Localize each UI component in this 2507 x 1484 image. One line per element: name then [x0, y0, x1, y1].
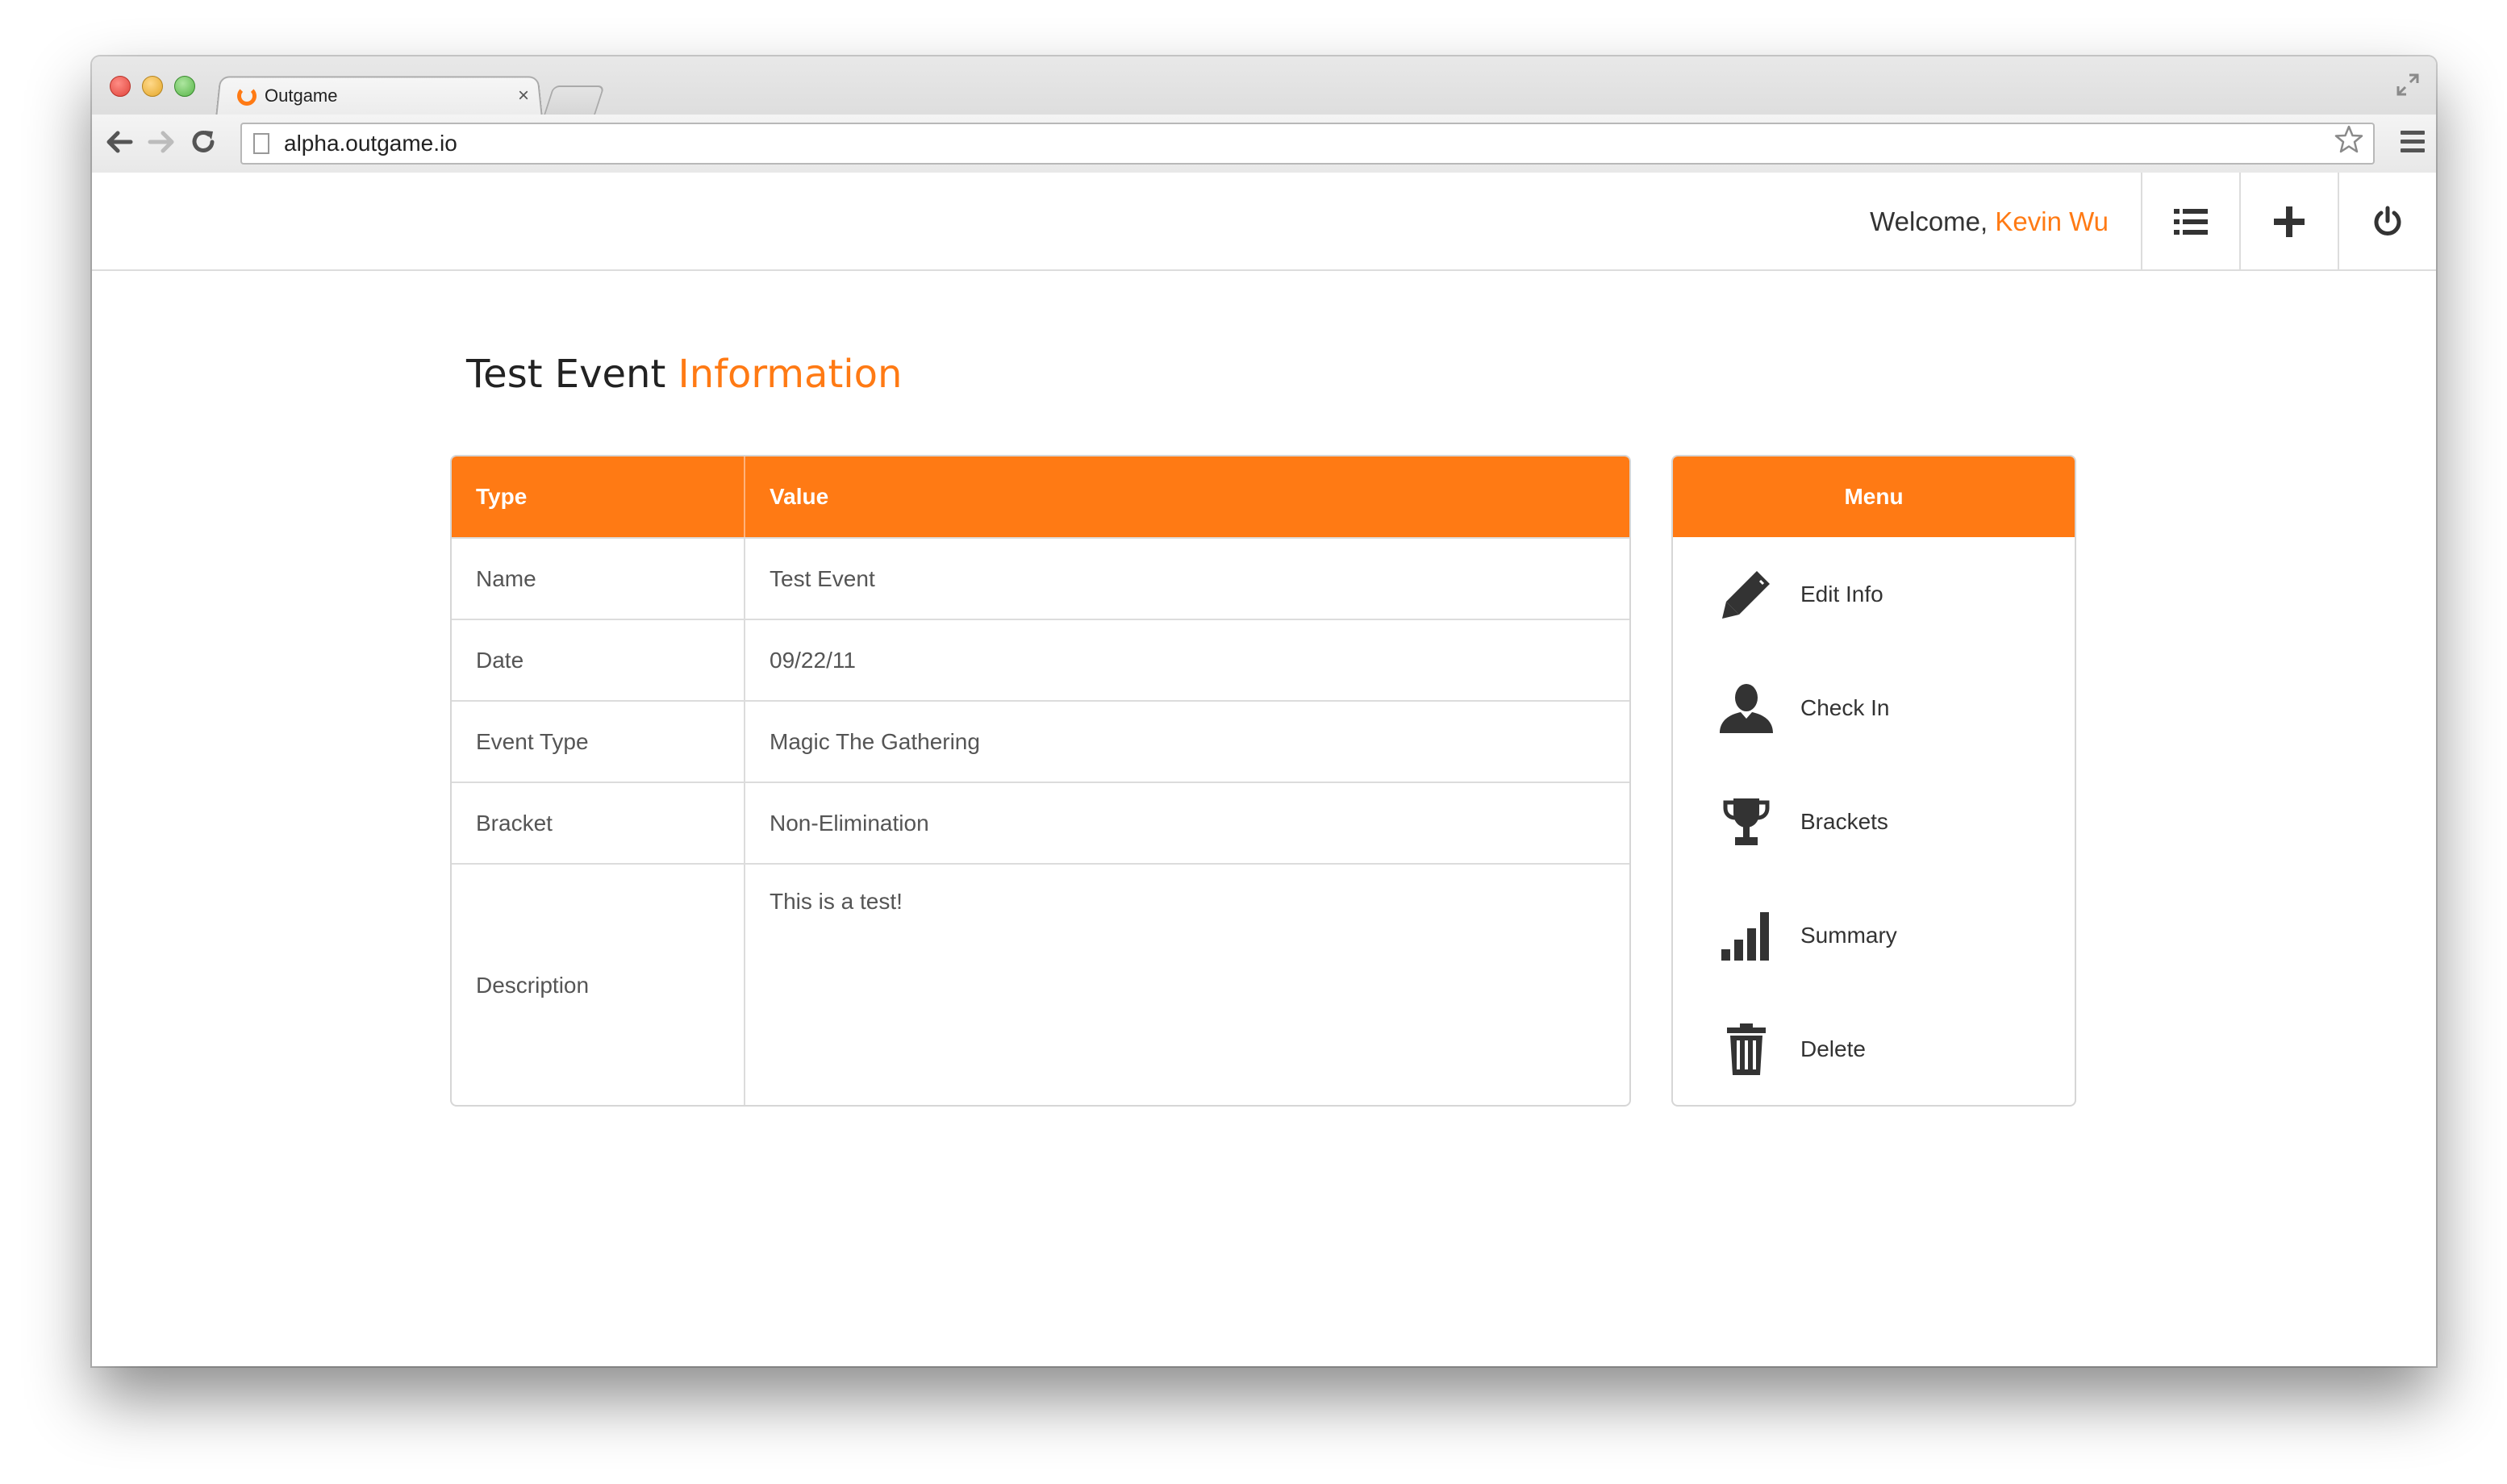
fullscreen-icon[interactable] — [2396, 73, 2420, 97]
browser-window: Outgame × alpha.outgame.io Welcome, Kevi… — [92, 56, 2436, 1366]
table-row: Date 09/22/11 — [452, 619, 1629, 700]
bar-chart-icon — [1718, 907, 1775, 964]
person-icon — [1718, 680, 1775, 736]
page-title-accent: Information — [678, 352, 903, 397]
events-list-button[interactable] — [2141, 173, 2239, 271]
column-header-value: Value — [770, 484, 829, 509]
browser-menu-icon[interactable] — [2401, 131, 2425, 155]
table-row: Event Type Magic The Gathering — [452, 700, 1629, 782]
add-event-button[interactable] — [2239, 173, 2338, 271]
tab-close-icon[interactable]: × — [518, 85, 529, 107]
welcome-prefix: Welcome, — [1870, 206, 1996, 236]
row-type-cell: Description — [452, 865, 745, 1105]
bookmark-star-icon[interactable] — [2333, 123, 2365, 164]
row-value-cell: Test Event — [770, 565, 875, 591]
forward-arrow-icon[interactable] — [145, 126, 177, 158]
menu-item-delete[interactable]: Delete — [1673, 992, 2075, 1105]
page-icon — [253, 133, 269, 154]
reload-icon[interactable] — [187, 126, 219, 158]
menu-item-label: Brackets — [1800, 808, 1888, 834]
outgame-favicon-icon — [237, 86, 257, 106]
minimize-window-button[interactable] — [142, 76, 163, 97]
user-name-link[interactable]: Kevin Wu — [1995, 206, 2109, 236]
page-title-main: Test Event — [466, 352, 678, 397]
tab-title: Outgame — [265, 85, 338, 106]
trash-icon — [1718, 1021, 1775, 1078]
event-menu-panel: Menu Edit Info Check In Brackets Summary… — [1671, 455, 2076, 1107]
menu-item-check-in[interactable]: Check In — [1673, 651, 2075, 765]
trophy-icon — [1718, 794, 1775, 850]
row-value-cell: This is a test! — [770, 889, 903, 914]
list-icon — [2174, 209, 2208, 235]
menu-item-label: Summary — [1800, 922, 1897, 948]
menu-item-edit-info[interactable]: Edit Info — [1673, 537, 2075, 651]
browser-chrome: Outgame × alpha.outgame.io — [92, 56, 2436, 173]
row-value-cell: 09/22/11 — [770, 647, 856, 673]
pencil-icon — [1718, 566, 1775, 623]
app-header: Welcome, Kevin Wu — [92, 173, 2436, 271]
page-title: Test Event Information — [466, 352, 902, 397]
menu-item-label: Edit Info — [1800, 581, 1883, 607]
close-window-button[interactable] — [110, 76, 131, 97]
menu-item-brackets[interactable]: Brackets — [1673, 765, 2075, 878]
table-header: Type Value — [452, 456, 1629, 537]
row-type-cell: Date — [452, 620, 745, 700]
new-tab-button[interactable] — [544, 85, 605, 115]
address-url: alpha.outgame.io — [284, 131, 457, 156]
welcome-message: Welcome, Kevin Wu — [1870, 173, 2109, 271]
table-row: Bracket Non-Elimination — [452, 782, 1629, 863]
browser-tab-content[interactable]: Outgame × — [237, 77, 536, 115]
table-row: Name Test Event — [452, 537, 1629, 619]
table-row: Description This is a test! — [452, 863, 1629, 1105]
plus-icon — [2274, 206, 2305, 237]
power-icon — [2374, 206, 2401, 236]
row-type-cell: Event Type — [452, 702, 745, 782]
menu-title: Menu — [1673, 456, 2075, 537]
menu-item-summary[interactable]: Summary — [1673, 878, 2075, 992]
row-value-cell: Non-Elimination — [770, 810, 929, 836]
logout-button[interactable] — [2338, 173, 2436, 271]
row-type-cell: Bracket — [452, 783, 745, 863]
menu-item-label: Delete — [1800, 1036, 1866, 1061]
event-info-table: Type Value Name Test Event Date 09/22/11… — [450, 455, 1631, 1107]
menu-item-label: Check In — [1800, 694, 1890, 720]
address-bar[interactable]: alpha.outgame.io — [240, 123, 2375, 165]
zoom-window-button[interactable] — [174, 76, 195, 97]
row-value-cell: Magic The Gathering — [770, 728, 980, 754]
column-header-type: Type — [452, 456, 745, 537]
back-arrow-icon[interactable] — [103, 126, 136, 158]
browser-toolbar: alpha.outgame.io — [92, 115, 2436, 173]
row-type-cell: Name — [452, 539, 745, 619]
